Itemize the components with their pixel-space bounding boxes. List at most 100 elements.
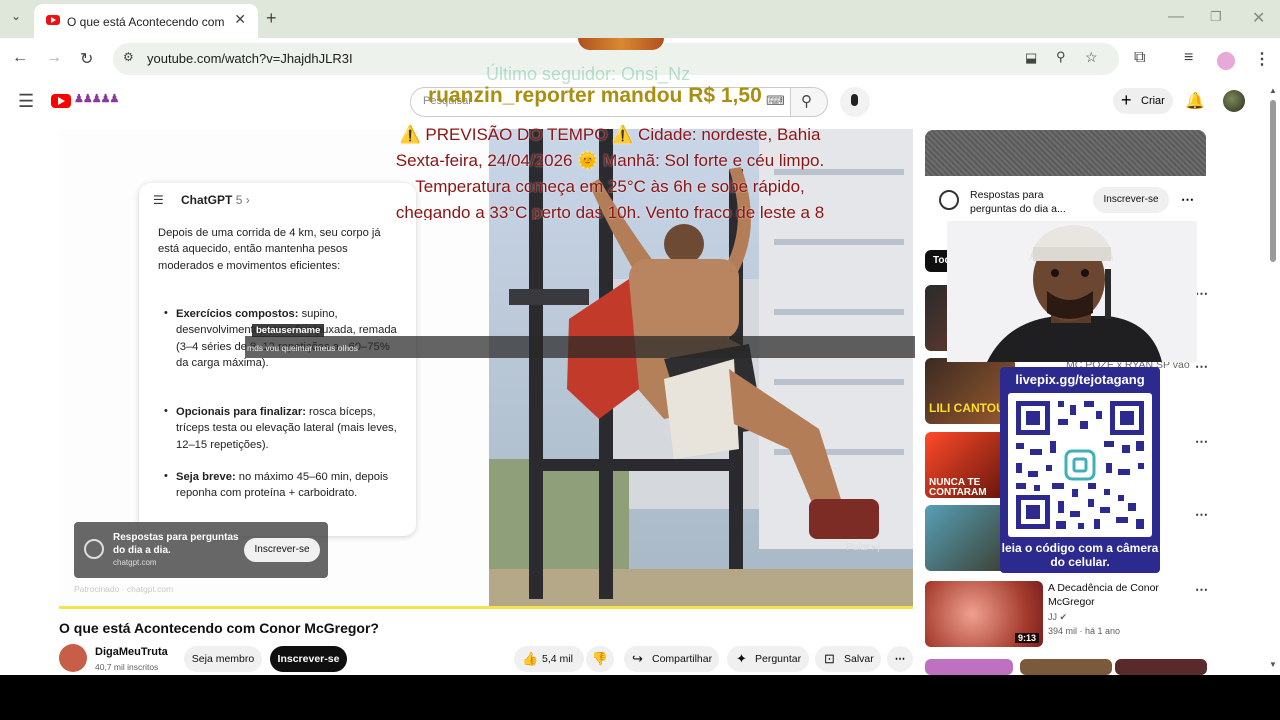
chat-username: betausername <box>252 324 325 337</box>
ask-button[interactable]: ✦ Perguntar <box>727 646 809 672</box>
more-options-icon[interactable]: ⋯ <box>1195 507 1208 523</box>
scroll-up-icon[interactable]: ▲ <box>1269 86 1277 95</box>
save-label: Salvar <box>844 653 874 665</box>
zoom-icon[interactable]: ⚲ <box>1056 49 1066 65</box>
verified-icon: ✔ <box>1059 612 1068 622</box>
bookmark-star-icon[interactable]: ☆ <box>1085 49 1098 66</box>
dislike-button[interactable]: 👎 <box>586 646 614 672</box>
plus-icon: + <box>1121 90 1132 110</box>
video-title: O que está Acontecendo com Conor McGrego… <box>59 620 379 636</box>
chat-bullet-2: Opcionais para finalizar: rosca bíceps, … <box>176 406 397 451</box>
ad-overlay-title: Respostas para perguntas do dia a dia. <box>113 532 239 556</box>
extensions-icon[interactable]: ⧉ <box>1134 49 1145 67</box>
share-icon: ↪ <box>632 651 643 666</box>
create-button[interactable]: + Criar <box>1113 88 1173 114</box>
channel-avatar[interactable] <box>59 644 87 672</box>
weather-overlay: ⚠️ PREVISÃO DO TEMPO ⚠️ Cidade: nordeste… <box>330 122 890 220</box>
weather-line: chegando a 33°C perto das 10h. Vento fra… <box>395 203 825 220</box>
tab-bar: ⌄ O que está Acontecendo com Conor McGre… <box>0 0 1280 38</box>
ad-progress-bar[interactable] <box>59 606 913 609</box>
restore-icon[interactable]: ❐ <box>1210 9 1222 25</box>
bullet: • <box>164 405 168 417</box>
bookmark-icon: ⊡ <box>824 651 835 666</box>
chat-message: mds vou queimar meus olhos <box>247 343 359 353</box>
minimize-icon[interactable]: — <box>1168 8 1184 26</box>
ad-overlay-subscribe-button[interactable]: Inscrever-se <box>244 538 320 562</box>
install-app-icon[interactable]: ⬓ <box>1025 50 1037 66</box>
livepix-qr-panel: livepix.gg/tejotagang leia o código com … <box>1000 367 1160 573</box>
channel-name[interactable]: DigaMeuTruta <box>95 646 168 658</box>
chat-bullet-3: Seja breve: no máximo 45–60 min, depois … <box>176 471 389 500</box>
video-duration: 9:13 <box>1014 633 1039 643</box>
like-button[interactable]: 👍 5,4 mil <box>514 646 584 672</box>
subscribe-button[interactable]: Inscrever-se <box>270 646 347 672</box>
like-count: 5,4 mil <box>542 653 573 665</box>
create-label: Criar <box>1141 95 1165 107</box>
search-button[interactable]: ⚲ <box>790 87 828 117</box>
reload-icon[interactable]: ↻ <box>80 49 93 69</box>
browser-window: ⌄ O que está Acontecendo com Conor McGre… <box>0 0 1280 675</box>
chatgpt-logo-icon <box>84 539 104 559</box>
chatgpt-header: ChatGPT 5 › <box>181 193 250 207</box>
account-avatar[interactable] <box>1223 90 1245 112</box>
search-icon: ⚲ <box>801 93 812 110</box>
more-actions-button[interactable]: ⋯ <box>887 646 913 672</box>
streamer-webcam <box>947 221 1197 362</box>
browser-menu-icon[interactable]: ⋮ <box>1254 49 1270 69</box>
sidebar-item-title[interactable]: A Decadência de Conor McGregor <box>1048 581 1173 609</box>
youtube-logo-characters[interactable]: ♟♟♟♟♟ <box>74 92 119 105</box>
donation-overlay: ruanzin_reporter mandou R$ 1,50 <box>428 84 762 107</box>
scroll-thumb[interactable] <box>1270 100 1276 262</box>
save-button[interactable]: ⊡ Salvar <box>815 646 881 672</box>
ask-label: Perguntar <box>755 653 802 665</box>
notifications-icon[interactable]: 🔔 <box>1185 91 1205 111</box>
tab-close-icon[interactable]: ✕ <box>234 11 246 28</box>
profile-avatar[interactable] <box>1217 52 1235 70</box>
sidebar-thumbnail[interactable] <box>1115 659 1207 675</box>
sidebar-ad-image <box>925 130 1206 176</box>
new-tab-icon[interactable]: + <box>266 8 277 29</box>
tab-youtube[interactable]: O que está Acontecendo com Conor McGrego… <box>34 4 258 38</box>
qr-code-image <box>1008 393 1152 537</box>
bullet: • <box>164 470 168 482</box>
qr-panel-footer: leia o código com a câmera do celular. <box>1001 541 1159 569</box>
back-icon[interactable]: ← <box>12 49 28 67</box>
thumbs-down-icon: 👎 <box>591 651 609 666</box>
sidebar-thumbnail[interactable]: 9:13 <box>925 581 1043 647</box>
tab-list-icon[interactable]: ⌄ <box>11 9 21 23</box>
more-options-icon[interactable]: ⋯ <box>1195 434 1208 450</box>
thumbs-up-icon: 👍 <box>522 651 539 666</box>
more-options-icon[interactable]: ⋯ <box>1181 192 1194 208</box>
close-window-icon[interactable]: ✕ <box>1252 8 1265 28</box>
sidebar-thumbnail[interactable] <box>925 659 1013 675</box>
media-control-icon[interactable]: ≡ <box>1184 49 1193 67</box>
microphone-icon <box>851 94 858 106</box>
sidebar-ad-subscribe-button[interactable]: Inscrever-se <box>1093 187 1169 213</box>
sidebar-thumbnail[interactable] <box>1020 659 1112 675</box>
site-info-icon[interactable]: ⚙ <box>123 50 134 64</box>
chatgpt-logo-icon <box>939 190 959 210</box>
ad-sponsor-label: Patrocinado · chatgpt.com <box>74 584 174 594</box>
ad-overlay-card[interactable]: Respostas para perguntas do dia a dia. c… <box>74 522 328 578</box>
share-button[interactable]: ↪ Compartilhar <box>624 646 719 672</box>
keyboard-icon[interactable]: ⌨ <box>766 93 785 109</box>
last-follower-overlay: Último seguidor: Onsi_Nz <box>486 64 691 84</box>
sidebar-ad-title: Respostas para perguntas do dia a... <box>970 189 1066 215</box>
sparkle-icon: ✦ <box>736 651 747 666</box>
voice-search-button[interactable] <box>840 87 870 117</box>
skip-ad-button[interactable]: Pular ▸| <box>846 542 880 553</box>
sidebar-item-meta: 394 mil · há 1 ano <box>1048 626 1121 636</box>
chatgpt-ad-card: ☰ ChatGPT 5 › Depois de uma corrida de 4… <box>139 183 416 536</box>
share-label: Compartilhar <box>652 653 713 665</box>
subscriber-count: 40,7 mil inscritos <box>95 662 159 672</box>
join-button[interactable]: Seja membro <box>184 646 262 672</box>
forward-icon[interactable]: → <box>46 49 62 67</box>
scroll-down-icon[interactable]: ▼ <box>1269 660 1277 669</box>
stream-top-decoration <box>578 38 664 50</box>
youtube-logo-icon[interactable] <box>51 94 71 108</box>
more-options-icon[interactable]: ⋯ <box>1195 582 1208 598</box>
ad-overlay-domain: chatgpt.com <box>113 558 157 567</box>
page-scrollbar[interactable]: ▲ ▼ <box>1268 86 1278 672</box>
hamburger-menu-icon[interactable]: ☰ <box>18 91 34 112</box>
sidebar-item-channel[interactable]: JJ ✔ <box>1048 612 1067 623</box>
